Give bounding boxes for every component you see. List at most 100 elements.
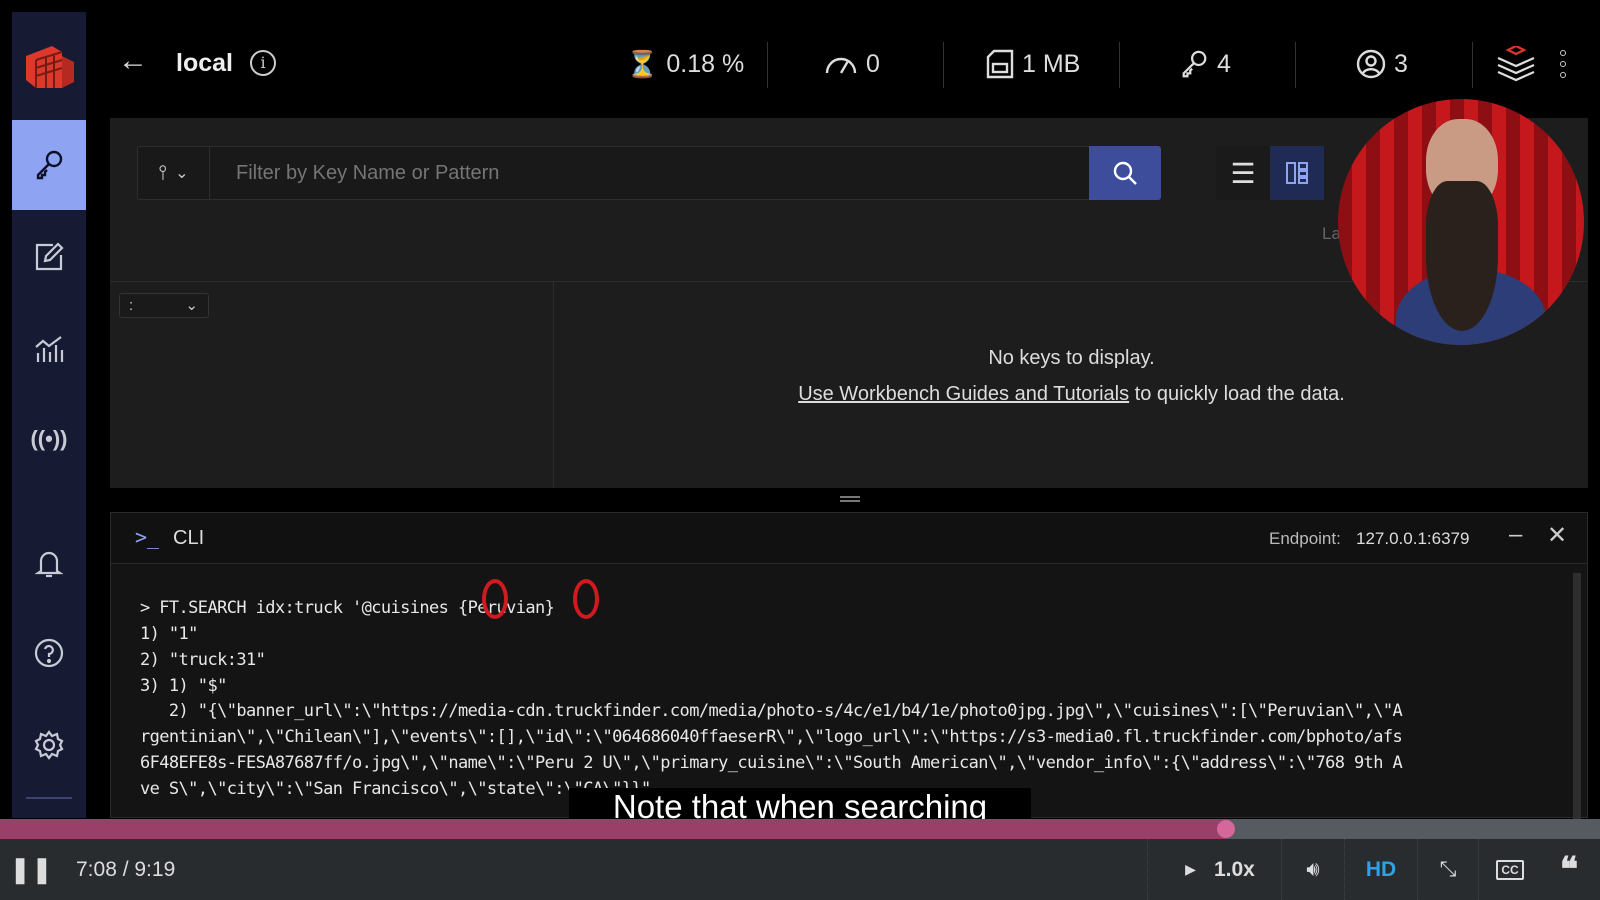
endpoint-label: Endpoint: <box>1269 529 1341 548</box>
sidebar-item-pubsub[interactable]: ((•)) <box>12 394 86 484</box>
time-display: 7:08 / 9:19 <box>76 857 176 881</box>
cli-line: 2) "truck:31" <box>140 650 266 670</box>
help-icon <box>34 638 64 668</box>
quality-button[interactable]: HD <box>1345 839 1417 900</box>
list-icon: ☰ <box>1230 157 1256 189</box>
sidebar-item-workbench[interactable] <box>12 212 86 302</box>
user-icon <box>1356 49 1386 79</box>
guides-link[interactable]: Use Workbench Guides and Tutorials <box>798 383 1129 405</box>
highlight-circle <box>573 579 599 619</box>
volume-icon: 🔊︎ <box>1306 857 1320 881</box>
endpoint-value: 127.0.0.1:6379 <box>1356 529 1470 548</box>
key-type-filter[interactable]: ⫯ ⌄ <box>138 147 210 199</box>
sidebar-divider <box>26 797 72 799</box>
sidebar-item-browser[interactable] <box>12 120 86 210</box>
close-icon[interactable]: ✕ <box>1547 521 1567 550</box>
cli-line: 2) "{\"banner_url\":\"https://media-cdn.… <box>140 701 1403 721</box>
captions-button[interactable]: CC <box>1479 839 1541 900</box>
analytics-icon <box>35 336 64 362</box>
cli-line: 6F48EFE8s-FESA87687ff/o.jpg\",\"name\":\… <box>140 753 1403 773</box>
search-icon <box>1113 161 1137 185</box>
cli-panel: >_ CLI Endpoint: 127.0.0.1:6379 – ✕ > FT… <box>110 512 1588 819</box>
presenter-webcam <box>1338 99 1584 345</box>
empty-suffix: to quickly load the data. <box>1129 383 1345 405</box>
highlight-circle <box>482 579 508 619</box>
stat-value: 3 <box>1394 49 1408 78</box>
db-name: local <box>176 49 233 77</box>
stat-value: 0 <box>866 49 880 78</box>
speed-button[interactable]: ▶ 1.0x <box>1165 839 1275 900</box>
delimiter-select[interactable]: : ⌄ <box>119 293 209 318</box>
stat-ops: 0 <box>824 44 880 84</box>
cli-title: CLI <box>173 527 205 549</box>
cc-icon: CC <box>1496 859 1524 880</box>
filter-icon: ⫯ <box>158 161 168 184</box>
delimiter-value: : <box>129 297 134 314</box>
divider <box>767 42 768 88</box>
search-bar: ⫯ ⌄ <box>137 146 1161 200</box>
header: ← local i ⏳ 0.18 % 0 1 MB 4 3 <box>86 0 1600 116</box>
cli-line: rgentinian\",\"Chilean\"],\"events\":[],… <box>140 727 1403 747</box>
terminal-icon: >_ <box>135 525 160 549</box>
cli-line: 1) "1" <box>140 624 198 644</box>
minimize-icon[interactable]: – <box>1509 521 1522 549</box>
stat-clients: 3 <box>1356 44 1408 84</box>
resize-handle[interactable] <box>840 496 860 502</box>
exit-fullscreen-button[interactable]: ⤡ <box>1418 839 1478 900</box>
progress-fill <box>0 819 1226 839</box>
quote-icon: ❝ <box>1559 849 1579 890</box>
play-triangle-icon: ▶ <box>1185 861 1196 877</box>
tree-view-button[interactable] <box>1270 146 1324 200</box>
sidebar-item-notifications[interactable] <box>12 518 86 608</box>
cli-line: 3) 1) "$" <box>140 676 227 696</box>
stat-value: 4 <box>1217 49 1231 78</box>
stat-keys: 4 <box>1179 44 1231 84</box>
gear-icon <box>34 730 64 760</box>
key-icon <box>36 150 63 180</box>
cpu-icon: ⏳ <box>626 48 659 79</box>
search-input[interactable] <box>218 155 1058 191</box>
transcript-button[interactable]: ❝ <box>1541 839 1597 900</box>
list-view-button[interactable]: ☰ <box>1216 146 1270 200</box>
pause-icon: ❚❚ <box>9 854 53 884</box>
empty-message: Use Workbench Guides and Tutorials to qu… <box>555 383 1588 406</box>
divider <box>943 42 944 88</box>
presenter-beard <box>1426 181 1498 331</box>
stat-value: 1 MB <box>1022 49 1081 78</box>
chevron-down-icon: ⌄ <box>175 165 189 182</box>
empty-title: No keys to display. <box>988 347 1155 369</box>
divider <box>1472 42 1473 88</box>
video-progress-bar[interactable] <box>0 819 1600 839</box>
cli-header: >_ CLI Endpoint: 127.0.0.1:6379 – ✕ <box>111 513 1587 564</box>
sidebar: ((•)) <box>12 12 86 818</box>
kebab-menu-icon[interactable] <box>1560 50 1566 78</box>
sidebar-item-settings[interactable] <box>12 700 86 790</box>
sidebar-item-analysis[interactable] <box>12 304 86 394</box>
video-controls: ❚❚ 7:08 / 9:19 ▶ 1.0x 🔊︎ HD ⤡ CC ❝ <box>0 839 1600 900</box>
volume-button[interactable]: 🔊︎ <box>1282 839 1344 900</box>
broadcast-icon: ((•)) <box>30 426 68 451</box>
chevron-down-icon: ⌄ <box>185 297 198 314</box>
back-arrow-icon[interactable]: ← <box>118 44 148 78</box>
speedometer-icon <box>825 57 857 74</box>
speed-value: 1.0x <box>1213 857 1255 881</box>
redis-logo <box>12 40 86 94</box>
info-icon[interactable]: i <box>250 50 276 76</box>
divider <box>1119 42 1120 88</box>
search-button[interactable] <box>1089 146 1161 200</box>
stat-memory: 1 MB <box>986 44 1080 84</box>
key-icon <box>1182 50 1207 78</box>
divider <box>553 282 554 488</box>
stat-value: 0.18 % <box>666 49 745 78</box>
divider <box>1147 839 1148 900</box>
memory-icon <box>986 49 1014 79</box>
pause-button[interactable]: ❚❚ <box>9 839 53 900</box>
scrollbar[interactable] <box>1573 573 1581 819</box>
sidebar-item-help[interactable] <box>12 608 86 698</box>
edit-icon <box>35 242 64 271</box>
bell-icon <box>34 551 64 578</box>
stat-cpu: ⏳ 0.18 % <box>626 44 744 84</box>
progress-handle[interactable] <box>1216 820 1235 838</box>
redis-stack-icon[interactable] <box>1496 46 1536 82</box>
minimize-arrows-icon: ⤡ <box>1439 857 1457 881</box>
